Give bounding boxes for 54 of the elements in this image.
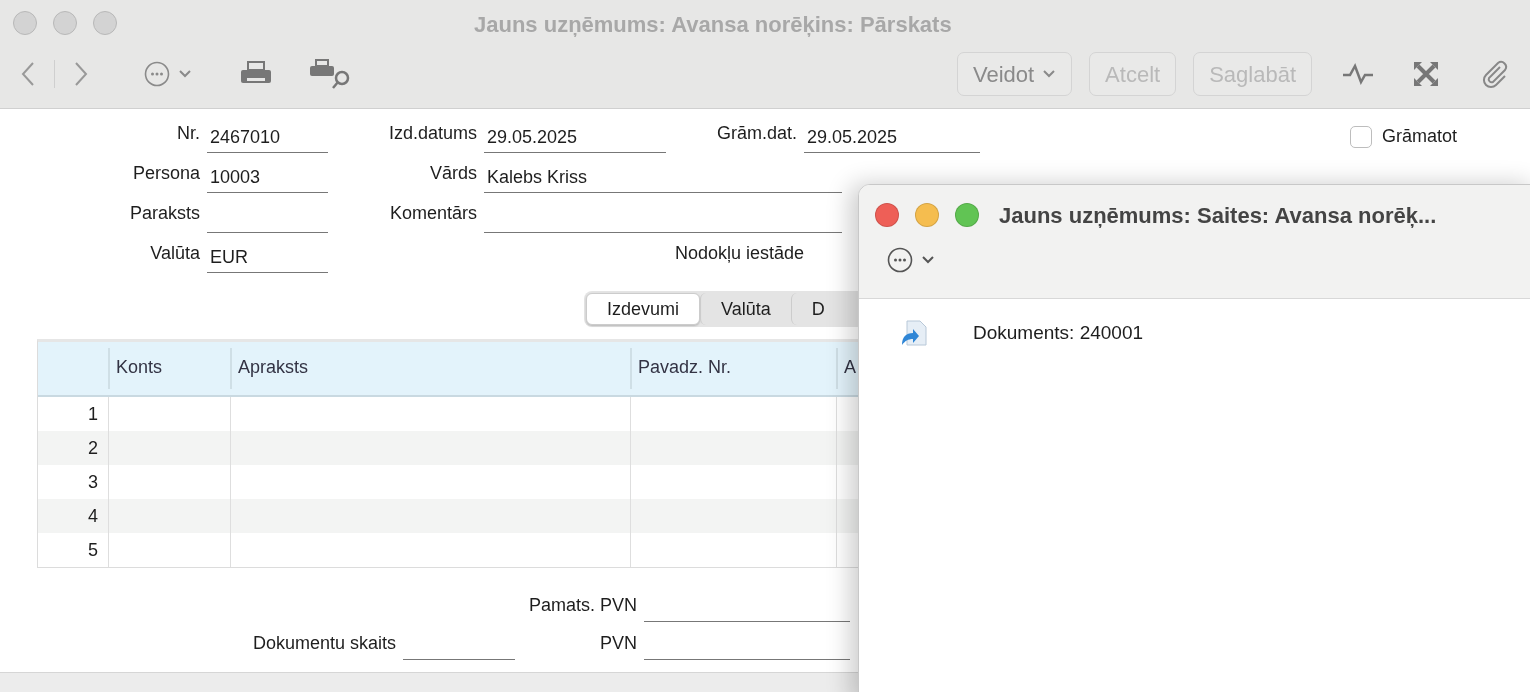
- chevron-right-icon: [73, 61, 89, 87]
- field-label: Dokumentu skaits: [251, 632, 397, 655]
- field-label: Grām.dat.: [715, 122, 798, 145]
- post-checkbox[interactable]: Grāmatot: [1350, 123, 1458, 150]
- activity-button[interactable]: [1342, 63, 1374, 85]
- column-header[interactable]: Pavadz. Nr.: [630, 348, 836, 389]
- fullscreen-button[interactable]: [1412, 60, 1440, 88]
- chevron-down-icon: [921, 255, 935, 265]
- expand-icon: [1412, 60, 1440, 88]
- field-label: Valūta: [149, 242, 201, 265]
- row-number: 5: [87, 539, 99, 562]
- field-label: Izd.datums: [387, 122, 478, 145]
- more-icon: [144, 61, 170, 87]
- input-field[interactable]: 29.05.2025: [484, 123, 666, 153]
- field-label: Nr.: [176, 122, 201, 145]
- field-label: PVN: [599, 632, 638, 655]
- row-number: 1: [87, 403, 99, 426]
- input-field[interactable]: 2467010: [207, 123, 328, 153]
- row-number: 4: [87, 505, 99, 528]
- tab[interactable]: Izdevumi: [586, 293, 701, 325]
- row-number: 3: [87, 471, 99, 494]
- paperclip-icon: [1480, 59, 1510, 89]
- field-label: Pamats. PVN: [527, 594, 638, 617]
- input-field[interactable]: 10003: [207, 163, 328, 193]
- field-label: Komentārs: [388, 202, 478, 225]
- tab[interactable]: D: [790, 293, 845, 325]
- checkbox[interactable]: [1350, 125, 1372, 148]
- more-menu-button[interactable]: [144, 61, 192, 87]
- window-title: Jauns uzņēmums: Avansa norēķins: Pārskats: [474, 11, 952, 39]
- back-button[interactable]: [20, 61, 36, 87]
- chevron-left-icon: [20, 61, 36, 87]
- field-label: Persona: [131, 162, 201, 185]
- link-item[interactable]: Dokuments: 240001: [859, 317, 1530, 349]
- document-shortcut-icon: [899, 318, 929, 348]
- column-header[interactable]: Apraksts: [230, 348, 630, 389]
- column-header[interactable]: Konts: [108, 348, 230, 389]
- tab[interactable]: Valūta: [700, 293, 791, 325]
- field-label: Paraksts: [128, 202, 201, 225]
- chevron-down-icon: [1042, 69, 1057, 79]
- printer-magnifier-icon: [310, 59, 352, 89]
- more-menu-button[interactable]: [887, 247, 935, 273]
- window-title: Jauns uzņēmums: Saites: Avansa norēķ...: [999, 201, 1437, 230]
- input-field[interactable]: 29.05.2025: [804, 123, 980, 153]
- row-number: 2: [87, 437, 99, 460]
- input-field[interactable]: EUR: [207, 243, 328, 273]
- print-preview-button[interactable]: [310, 59, 352, 89]
- forward-button[interactable]: [73, 61, 89, 87]
- field-label: Vārds: [428, 162, 478, 185]
- field-label: Nodokļu iestāde: [675, 242, 805, 265]
- chevron-down-icon: [178, 69, 192, 79]
- input-field[interactable]: Kalebs Kriss: [484, 163, 842, 193]
- attach-button[interactable]: [1480, 59, 1510, 89]
- pulse-icon: [1342, 63, 1374, 85]
- more-icon: [887, 247, 913, 273]
